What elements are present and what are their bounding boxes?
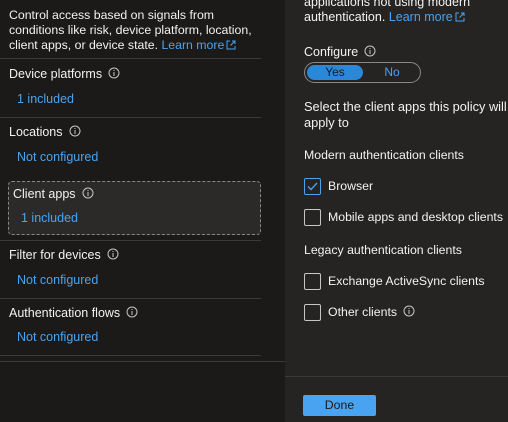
client-apps-title: Client apps (13, 187, 94, 201)
filter-for-devices-value[interactable]: Not configured (17, 273, 98, 287)
info-icon (126, 306, 138, 318)
toggle-yes-option[interactable]: Yes (307, 65, 363, 80)
mobile-apps-label: Mobile apps and desktop clients (328, 210, 503, 224)
exchange-activesync-checkbox[interactable] (304, 272, 321, 290)
select-client-apps-text: Select the client apps this policy will … (304, 99, 507, 130)
toggle-no-option[interactable]: No (365, 65, 419, 80)
external-link-icon (455, 12, 465, 22)
browser-option[interactable]: Browser (304, 177, 373, 195)
authentication-flows-title: Authentication flows (9, 306, 138, 320)
exchange-activesync-option[interactable]: Exchange ActiveSync clients (304, 272, 485, 290)
divider (0, 117, 261, 118)
external-link-icon (226, 40, 236, 50)
info-icon (108, 67, 120, 79)
configure-toggle[interactable]: Yes No (304, 62, 421, 83)
info-icon (82, 187, 94, 199)
other-clients-label: Other clients (328, 305, 415, 319)
info-icon (364, 45, 376, 57)
info-icon (69, 125, 81, 137)
browser-label: Browser (328, 179, 374, 193)
modern-auth-heading: Modern authentication clients (304, 148, 464, 162)
mobile-apps-option[interactable]: Mobile apps and desktop clients (304, 208, 503, 226)
info-icon (403, 305, 415, 317)
configure-label: Configure (304, 45, 376, 59)
legacy-auth-heading: Legacy authentication clients (304, 243, 462, 257)
client-apps-panel: applications not using modern authentica… (285, 0, 508, 422)
device-platforms-title: Device platforms (9, 67, 120, 81)
authentication-flows-value[interactable]: Not configured (17, 330, 98, 344)
done-button[interactable]: Done (303, 395, 376, 416)
exchange-activesync-label: Exchange ActiveSync clients (328, 274, 485, 288)
client-apps-value[interactable]: 1 included (21, 211, 78, 225)
divider (0, 240, 261, 241)
panel-intro-text: applications not using modern authentica… (304, 0, 471, 24)
other-clients-option[interactable]: Other clients (304, 303, 415, 321)
divider (285, 376, 508, 377)
info-icon (107, 248, 119, 260)
learn-more-link[interactable]: Learn more (161, 38, 236, 52)
browser-checkbox[interactable] (304, 177, 321, 195)
device-platforms-value[interactable]: 1 included (17, 92, 74, 106)
checkmark-icon (307, 182, 318, 190)
mobile-apps-checkbox[interactable] (304, 208, 321, 226)
conditions-description: Control access based on signals from con… (9, 8, 252, 52)
divider (0, 361, 285, 362)
divider (0, 298, 261, 299)
divider (0, 355, 261, 356)
locations-title: Locations (9, 125, 81, 139)
conditions-panel: Control access based on signals from con… (0, 0, 285, 422)
other-clients-checkbox[interactable] (304, 303, 321, 321)
filter-for-devices-title: Filter for devices (9, 248, 119, 262)
learn-more-link[interactable]: Learn more (389, 10, 465, 24)
divider (0, 58, 261, 59)
locations-value[interactable]: Not configured (17, 150, 98, 164)
